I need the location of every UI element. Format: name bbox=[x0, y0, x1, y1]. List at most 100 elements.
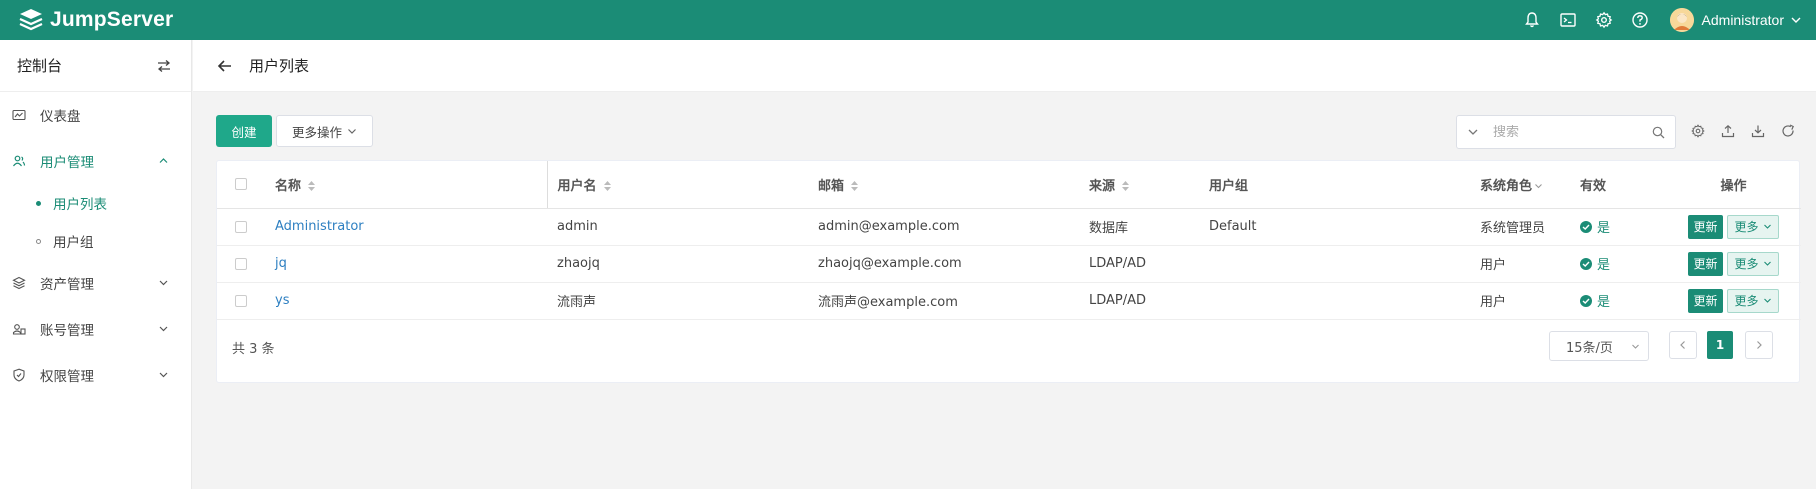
check-circle-icon bbox=[1580, 294, 1592, 307]
user-name: Administrator bbox=[1701, 12, 1784, 28]
create-button[interactable]: 创建 bbox=[216, 115, 272, 147]
search-input[interactable] bbox=[1493, 124, 1643, 140]
select-all-checkbox[interactable] bbox=[235, 178, 247, 191]
sidebar-item-user-group[interactable]: 用户组 bbox=[0, 222, 191, 260]
update-button[interactable]: 更新 bbox=[1688, 251, 1723, 276]
account-icon bbox=[12, 324, 26, 335]
swap-icon[interactable] bbox=[157, 59, 171, 73]
top-navbar: JumpServer Administrator bbox=[0, 0, 1816, 40]
more-actions-label: 更多操作 bbox=[291, 124, 342, 140]
sidebar-item-label: 用户组 bbox=[53, 235, 94, 251]
chevron-down-icon bbox=[1763, 298, 1771, 303]
prev-page-button[interactable] bbox=[1669, 331, 1697, 359]
email-cell: admin@example.com bbox=[818, 219, 960, 234]
settings-icon[interactable] bbox=[1690, 123, 1706, 139]
sidebar-item-label: 权限管理 bbox=[40, 369, 94, 385]
user-menu[interactable]: Administrator bbox=[1669, 8, 1802, 32]
column-header-valid: 有效 bbox=[1580, 161, 1666, 209]
column-header-actions: 操作 bbox=[1666, 161, 1801, 209]
page-header: 用户列表 bbox=[193, 40, 1816, 92]
sidebar-item-asset-management[interactable]: 资产管理 bbox=[0, 260, 191, 306]
gear-icon[interactable] bbox=[1594, 10, 1614, 30]
table-toolbar: 创建 更多操作 bbox=[216, 115, 1800, 149]
valid-cell: 是 bbox=[1580, 254, 1666, 273]
column-header-role[interactable]: 系统角色 bbox=[1480, 161, 1580, 209]
chevron-down-icon bbox=[1632, 344, 1639, 349]
table-row: jq zhaojq zhaojq@example.com LDAP/AD 用户 … bbox=[217, 245, 1801, 283]
logo[interactable]: JumpServer bbox=[18, 7, 173, 33]
refresh-icon[interactable] bbox=[1780, 123, 1796, 139]
help-icon[interactable] bbox=[1630, 10, 1650, 30]
user-name-link[interactable]: Administrator bbox=[275, 219, 364, 234]
layers-icon bbox=[12, 276, 26, 290]
chevron-up-icon bbox=[159, 158, 168, 163]
sort-icon[interactable] bbox=[307, 180, 316, 192]
chevron-down-icon bbox=[159, 280, 168, 286]
column-header-source[interactable]: 来源 bbox=[1089, 161, 1209, 209]
page-title: 用户列表 bbox=[249, 57, 310, 75]
sidebar-title: 控制台 bbox=[17, 57, 63, 75]
chevron-left-icon bbox=[1680, 341, 1685, 349]
update-button[interactable]: 更新 bbox=[1688, 288, 1723, 313]
row-checkbox[interactable] bbox=[235, 257, 247, 270]
sidebar-item-user-list[interactable]: 用户列表 bbox=[0, 184, 191, 222]
sidebar-item-permission-management[interactable]: 权限管理 bbox=[0, 352, 191, 398]
chevron-down-icon[interactable] bbox=[1467, 126, 1479, 138]
search-icon[interactable] bbox=[1652, 126, 1665, 139]
row-more-button[interactable]: 更多 bbox=[1727, 214, 1779, 239]
shield-icon bbox=[13, 368, 25, 382]
user-table-panel: 名称 用户名 邮箱 来源 用户组 系统角色 有效 操作 Administrato… bbox=[216, 160, 1801, 383]
chevron-down-icon bbox=[348, 129, 356, 134]
sort-icon[interactable] bbox=[850, 180, 859, 192]
row-more-button[interactable]: 更多 bbox=[1727, 288, 1779, 313]
users-icon bbox=[13, 155, 26, 167]
sidebar-item-dashboard[interactable]: 仪表盘 bbox=[0, 92, 191, 138]
download-icon[interactable] bbox=[1750, 123, 1766, 139]
brand-name: JumpServer bbox=[50, 8, 174, 31]
table-row: ys 流雨声 流雨声@example.com LDAP/AD 用户 是 更新 更多 bbox=[217, 282, 1801, 320]
sidebar-item-label: 账号管理 bbox=[40, 323, 94, 339]
sidebar-item-account-management[interactable]: 账号管理 bbox=[0, 306, 191, 352]
row-checkbox[interactable] bbox=[235, 220, 247, 233]
valid-cell: 是 bbox=[1580, 291, 1666, 310]
page-size-select[interactable]: 15条/页 bbox=[1549, 331, 1649, 361]
column-header-username[interactable]: 用户名 bbox=[546, 161, 818, 209]
page-number-current[interactable]: 1 bbox=[1707, 331, 1733, 359]
sidebar-item-user-management[interactable]: 用户管理 bbox=[0, 138, 191, 184]
email-cell: 流雨声@example.com bbox=[818, 295, 958, 310]
role-cell: 用户 bbox=[1480, 258, 1507, 273]
source-cell: LDAP/AD bbox=[1089, 293, 1147, 308]
row-checkbox[interactable] bbox=[235, 294, 247, 307]
user-name-link[interactable]: jq bbox=[275, 256, 287, 271]
next-page-button[interactable] bbox=[1745, 331, 1773, 359]
terminal-icon[interactable] bbox=[1558, 10, 1578, 30]
sidebar-item-label: 用户列表 bbox=[53, 197, 107, 213]
column-header-name[interactable]: 名称 bbox=[275, 161, 547, 209]
pagination: 共 3 条 15条/页 1 bbox=[217, 323, 1799, 373]
total-count: 共 3 条 bbox=[232, 342, 275, 357]
sidebar-item-label: 资产管理 bbox=[40, 277, 94, 293]
user-name-link[interactable]: ys bbox=[275, 293, 289, 308]
chevron-down-icon bbox=[1763, 261, 1771, 266]
table-row: Administrator admin admin@example.com 数据… bbox=[217, 208, 1801, 246]
row-more-button[interactable]: 更多 bbox=[1727, 251, 1779, 276]
page-size-value: 15条/页 bbox=[1566, 340, 1613, 356]
back-arrow-icon[interactable] bbox=[217, 58, 233, 74]
sort-icon[interactable] bbox=[603, 180, 612, 192]
update-button[interactable]: 更新 bbox=[1688, 214, 1723, 239]
source-cell: LDAP/AD bbox=[1089, 256, 1147, 271]
sort-icon[interactable] bbox=[1121, 180, 1130, 192]
role-cell: 用户 bbox=[1480, 295, 1507, 310]
chevron-down-icon bbox=[159, 372, 168, 378]
role-cell: 系统管理员 bbox=[1480, 221, 1546, 236]
chevron-down-icon bbox=[159, 326, 168, 332]
chevron-down-icon bbox=[1763, 224, 1771, 229]
upload-icon[interactable] bbox=[1720, 123, 1736, 139]
more-actions-button[interactable]: 更多操作 bbox=[276, 115, 373, 147]
filter-chevron-icon[interactable] bbox=[1534, 180, 1543, 192]
chevron-right-icon bbox=[1757, 341, 1762, 349]
sidebar-item-label: 仪表盘 bbox=[40, 109, 81, 125]
email-cell: zhaojq@example.com bbox=[818, 256, 962, 271]
bell-icon[interactable] bbox=[1522, 10, 1542, 30]
column-header-email[interactable]: 邮箱 bbox=[818, 161, 1089, 209]
